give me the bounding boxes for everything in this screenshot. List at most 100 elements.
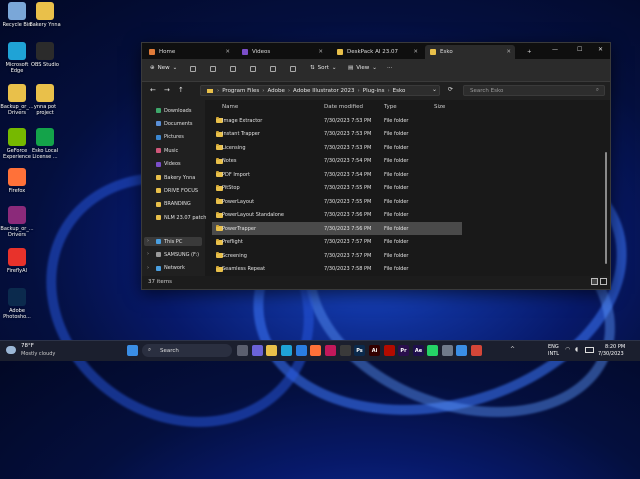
- file-row[interactable]: PDF Import 7/30/2023 7:54 PM File folder: [212, 168, 462, 181]
- after-effects-icon[interactable]: Ae: [413, 345, 424, 356]
- file-row[interactable]: Preflight 7/30/2023 7:57 PM File folder: [212, 236, 462, 249]
- premiere-icon[interactable]: Pr: [398, 345, 409, 356]
- nav-item[interactable]: Videos: [156, 160, 181, 169]
- desktop-icon[interactable]: FireflyAI: [0, 248, 34, 274]
- tab-deskpack-ai-23-07[interactable]: DeskPack AI 23.07 ✕: [332, 45, 422, 59]
- tab-videos[interactable]: Videos ✕: [237, 45, 327, 59]
- nav-item[interactable]: Documents: [156, 119, 193, 128]
- up-arrow-icon[interactable]: ↑: [178, 86, 184, 94]
- minimize-icon[interactable]: —: [552, 46, 558, 53]
- taskbar-search[interactable]: ⌕ Search: [142, 344, 232, 357]
- maximize-icon[interactable]: ☐: [577, 46, 582, 53]
- forward-arrow-icon[interactable]: →: [164, 86, 170, 94]
- search-input[interactable]: Search Esko ⌕: [463, 85, 605, 96]
- battery-icon[interactable]: [585, 347, 594, 353]
- firefox-icon[interactable]: [310, 345, 321, 356]
- new-button[interactable]: ⊕ New ⌄: [150, 65, 177, 71]
- clock-date[interactable]: 7/30/2023: [598, 351, 624, 357]
- desktop-icon[interactable]: Esko Local License ...: [28, 128, 62, 160]
- nav-item[interactable]: Pictures: [156, 133, 184, 142]
- illustrator-icon[interactable]: Ai: [369, 345, 380, 356]
- nav-item[interactable]: This PC: [144, 237, 202, 246]
- new-tab-button[interactable]: +: [522, 45, 534, 59]
- volume-icon[interactable]: ◖: [575, 346, 578, 353]
- file-row[interactable]: Seamless Repeat 7/30/2023 7:58 PM File fol…: [212, 263, 462, 276]
- task-view-icon[interactable]: [237, 345, 248, 356]
- desktop-icon[interactable]: ynna pot project: [28, 84, 62, 116]
- sort-button[interactable]: ⇅ Sort ⌄: [310, 65, 337, 71]
- copy-icon[interactable]: [210, 66, 216, 72]
- desktop-icon[interactable]: Firefox: [0, 168, 34, 194]
- breadcrumb-item[interactable]: Plug-ins: [363, 88, 385, 94]
- address-dropdown-icon[interactable]: ⌄: [432, 86, 437, 93]
- nav-item[interactable]: DRIVE FOCUS: [156, 186, 198, 195]
- windows-icon[interactable]: [127, 345, 138, 356]
- more-options-button[interactable]: ···: [387, 65, 392, 71]
- address-bar[interactable]: › Program Files › Adobe › Adobe Illustrator …: [200, 85, 440, 96]
- close-tab-icon[interactable]: ✕: [506, 49, 511, 55]
- column-header-date-modified[interactable]: Date modified: [324, 104, 363, 110]
- obs-icon[interactable]: [340, 345, 351, 356]
- nav-item[interactable]: BRANDING: [156, 200, 191, 209]
- file-row[interactable]: Licensing 7/30/2023 7:53 PM File folder: [212, 141, 462, 154]
- expand-chevron-icon[interactable]: ›: [147, 238, 149, 244]
- desktop-icon[interactable]: Adobe Photosho...: [0, 288, 34, 320]
- settings-icon[interactable]: [442, 345, 453, 356]
- close-icon[interactable]: ✕: [598, 46, 603, 53]
- breadcrumb-item[interactable]: Adobe Illustrator 2023: [293, 88, 355, 94]
- back-arrow-icon[interactable]: ←: [150, 86, 156, 94]
- language-bottom[interactable]: INTL: [548, 351, 559, 357]
- share-icon[interactable]: [270, 66, 276, 72]
- file-explorer-icon[interactable]: [266, 345, 277, 356]
- expand-chevron-icon[interactable]: ›: [147, 251, 149, 257]
- file-row[interactable]: PowerLayout 7/30/2023 7:55 PM File folder: [212, 195, 462, 208]
- paste-icon[interactable]: [230, 66, 236, 72]
- rename-icon[interactable]: [250, 66, 256, 72]
- close-tab-icon[interactable]: ✕: [318, 49, 323, 55]
- desktop-icon[interactable]: Bakery Ynna: [28, 2, 62, 28]
- nav-item[interactable]: Downloads: [156, 106, 191, 115]
- photoshop-icon[interactable]: Ps: [354, 345, 365, 356]
- breadcrumb-item[interactable]: Program Files: [222, 88, 259, 94]
- store-icon[interactable]: [296, 345, 307, 356]
- file-row[interactable]: PitStop 7/30/2023 7:55 PM File folder: [212, 182, 462, 195]
- weather-temperature[interactable]: 78°F: [21, 343, 34, 349]
- view-button[interactable]: ▤ View ⌄: [348, 65, 377, 71]
- gmail-icon[interactable]: [471, 345, 482, 356]
- breadcrumb-item[interactable]: Adobe: [267, 88, 284, 94]
- file-row[interactable]: Screening 7/30/2023 7:57 PM File folder: [212, 249, 462, 262]
- whatsapp-icon[interactable]: [427, 345, 438, 356]
- show-hidden-icons-icon[interactable]: ^: [510, 346, 515, 353]
- cut-icon[interactable]: [190, 66, 196, 72]
- file-row[interactable]: Image Extractor 7/30/2023 7:53 PM File fol…: [212, 114, 462, 127]
- refresh-icon[interactable]: ⟳: [448, 86, 453, 93]
- desktop-icon[interactable]: Backup_or_... Drivers: [0, 206, 34, 238]
- chat-icon[interactable]: [252, 345, 263, 356]
- column-header-name[interactable]: Name: [222, 104, 238, 110]
- edge-icon[interactable]: [281, 345, 292, 356]
- file-row[interactable]: PowerLayout Standalone 7/30/2023 7:56 PM F…: [212, 209, 462, 222]
- file-row[interactable]: Instant Trapper 7/30/2023 7:53 PM File fol…: [212, 128, 462, 141]
- desktop-icon[interactable]: OBS Studio: [28, 42, 62, 68]
- close-tab-icon[interactable]: ✕: [225, 49, 230, 55]
- file-row[interactable]: Notes 7/30/2023 7:54 PM File folder: [212, 155, 462, 168]
- delete-icon[interactable]: [290, 66, 296, 72]
- wifi-icon[interactable]: ◠: [565, 346, 570, 353]
- expand-chevron-icon[interactable]: ›: [147, 265, 149, 271]
- nav-item[interactable]: Music: [156, 146, 178, 155]
- tiles-view-icon[interactable]: [600, 278, 607, 285]
- file-row[interactable]: PowerTrapper 7/30/2023 7:56 PM File folder: [212, 222, 462, 235]
- nav-item[interactable]: Network: [156, 264, 185, 273]
- tab-esko[interactable]: Esko ✕: [425, 45, 515, 59]
- breadcrumb-item[interactable]: Esko: [393, 88, 406, 94]
- nav-item[interactable]: Bakery Ynna: [156, 173, 195, 182]
- nav-item[interactable]: SAMSUNG (F:): [156, 250, 199, 259]
- weather-icon[interactable]: [6, 346, 16, 354]
- nav-item[interactable]: NLM 23.07 patch: [156, 213, 206, 222]
- acrobat-icon[interactable]: [384, 345, 395, 356]
- details-view-icon[interactable]: [591, 278, 598, 285]
- clock-time[interactable]: 8:20 PM: [605, 344, 625, 350]
- app-icon[interactable]: [325, 345, 336, 356]
- app2-icon[interactable]: [456, 345, 467, 356]
- close-tab-icon[interactable]: ✕: [413, 49, 418, 55]
